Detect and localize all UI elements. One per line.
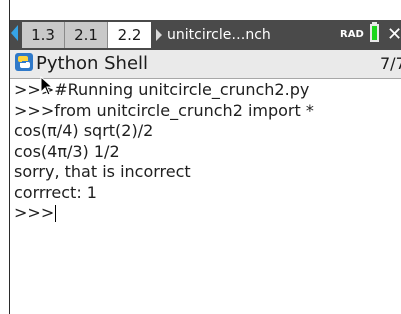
- close-icon[interactable]: ✕: [387, 22, 401, 48]
- nav-left-arrow-icon[interactable]: [11, 25, 18, 41]
- mouse-pointer-icon: [40, 76, 54, 96]
- console-line: cos(π/4) sqrt(2)/2: [14, 121, 154, 140]
- tab-2-2[interactable]: 2.2: [108, 22, 151, 48]
- prompt-line[interactable]: >>>: [14, 203, 401, 224]
- prompt-text: >>>: [14, 203, 55, 222]
- angle-mode-indicator: RAD: [340, 29, 364, 40]
- python-shell-console[interactable]: >>>#Running unitcircle_crunch2.py >>>fro…: [14, 80, 401, 224]
- tab-2-1[interactable]: 2.1: [65, 22, 108, 48]
- app-title: Python Shell: [36, 53, 149, 74]
- tab-caret-icon: [156, 29, 162, 41]
- console-line: cos(4π/3) 1/2: [14, 141, 120, 161]
- tab-1-3[interactable]: 1.3: [22, 22, 65, 48]
- console-line: sorry, that is incorrect: [14, 162, 191, 181]
- console-line: corrrect: 1: [14, 182, 97, 202]
- text-cursor: [55, 205, 57, 222]
- document-name[interactable]: unitcircle…nch: [167, 22, 271, 48]
- python-icon: [15, 53, 33, 71]
- page-indicator: 7/7: [380, 54, 401, 73]
- battery-icon: [370, 24, 379, 42]
- console-line: >>>#Running unitcircle_crunch2.py: [14, 80, 310, 99]
- console-line: >>>from unitcircle_crunch2 import *: [14, 100, 314, 120]
